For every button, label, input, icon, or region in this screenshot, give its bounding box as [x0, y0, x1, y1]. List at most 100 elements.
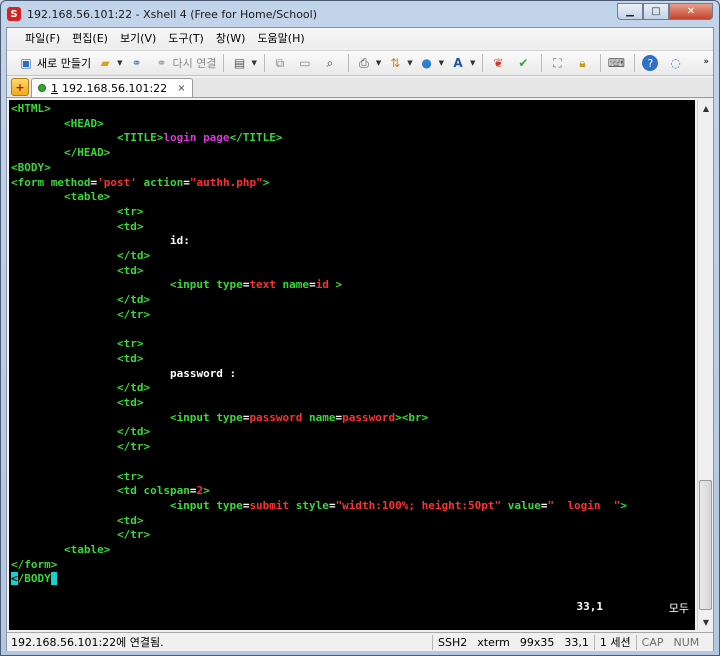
- terminal-line: <table>: [11, 190, 110, 205]
- terminal-line: <HEAD>: [11, 117, 104, 132]
- terminal-text: <input: [11, 410, 217, 424]
- menu-help[interactable]: 도움말(H): [251, 30, 310, 46]
- terminal-line: id:: [11, 234, 190, 249]
- vertical-scrollbar[interactable]: ▲ ▼: [697, 100, 713, 630]
- tab-session[interactable]: 1 192.168.56.101:22 ×: [31, 78, 193, 97]
- terminal-text: <form: [11, 175, 51, 189]
- terminal-screen[interactable]: 33,1 모두 <HTML> <HEAD> <TITLE>login page<…: [9, 100, 695, 630]
- terminal-line: </BODY: [11, 572, 58, 587]
- chat-button[interactable]: ◌: [664, 52, 689, 74]
- terminal-line: </td>: [11, 249, 150, 264]
- folder-open-icon: ▰: [100, 56, 110, 70]
- terminal-cursor: [50, 572, 58, 586]
- menu-file[interactable]: 파일(F): [19, 30, 66, 46]
- transfer-button[interactable]: ⇅ ▼: [384, 52, 415, 74]
- terminal-line: <tr>: [11, 337, 144, 352]
- window-title: 192.168.56.101:22 - Xshell 4 (Free for H…: [27, 7, 318, 21]
- tab-label: 192.168.56.101:22: [62, 81, 168, 95]
- scroll-up-icon[interactable]: ▲: [698, 100, 714, 116]
- menu-view[interactable]: 보기(V): [114, 30, 162, 46]
- xshell-app-icon[interactable]: S: [7, 7, 21, 21]
- paste-button[interactable]: ▭: [294, 52, 319, 74]
- cursor-indicator: 33,1: [564, 635, 589, 649]
- vim-scroll-mode: 모두: [668, 602, 689, 615]
- help-button[interactable]: ?: [639, 52, 664, 74]
- maximize-button[interactable]: □: [643, 3, 669, 20]
- terminal-line: <tr>: [11, 470, 144, 485]
- script-button[interactable]: ✔: [512, 52, 537, 74]
- terminal-text: <td>: [11, 263, 144, 277]
- terminal-line: <td>: [11, 396, 144, 411]
- terminal-text: <tr>: [11, 337, 144, 351]
- terminal-cursor: <: [11, 572, 18, 586]
- terminal-line: <td>: [11, 263, 144, 279]
- lock-button[interactable]: 🔒︎: [571, 52, 596, 74]
- copy-icon: ⧉: [275, 55, 285, 70]
- terminal-text: </td>: [11, 425, 151, 439]
- terminal-text: name: [275, 278, 310, 292]
- terminal-text: password: [249, 410, 303, 424]
- chevron-down-icon: ▼: [470, 59, 476, 67]
- terminal-text: </HEAD>: [11, 146, 111, 160]
- xftp-button[interactable]: ❦: [487, 52, 512, 74]
- terminal-line: </td>: [11, 381, 150, 396]
- terminal-line: <TITLE>login page</TITLE>: [11, 131, 283, 146]
- scroll-down-icon[interactable]: ▼: [698, 614, 714, 630]
- fullscreen-icon: ⛶: [553, 55, 562, 70]
- terminal-line: <HTML>: [11, 102, 51, 117]
- keyboard-icon: ⌨: [607, 56, 626, 70]
- chevron-down-icon: ▼: [251, 59, 257, 67]
- properties-button[interactable]: ▤ ▼: [228, 52, 259, 74]
- terminal-text: >: [620, 498, 627, 512]
- terminal-line: </tr>: [11, 308, 150, 323]
- font-button[interactable]: A ▼: [447, 52, 478, 74]
- terminal-text: password: [342, 410, 396, 424]
- status-bar: 192.168.56.101:22에 연결됨. SSH2 xterm 99x35…: [7, 632, 713, 651]
- terminal-text: /BODY: [17, 572, 51, 586]
- terminal-text: id: [315, 278, 329, 292]
- menu-tools[interactable]: 도구(T): [162, 30, 210, 46]
- terminal-text: action: [136, 175, 184, 189]
- terminal-text: text: [249, 278, 276, 292]
- terminal-text: <TITLE>: [11, 131, 164, 145]
- copy-button[interactable]: ⧉: [269, 52, 294, 74]
- fullscreen-button[interactable]: ⛶: [546, 52, 571, 74]
- terminal-text: =: [309, 278, 316, 292]
- printer-icon: ⎙: [359, 55, 369, 70]
- toolbar-overflow-icon[interactable]: »: [703, 57, 709, 67]
- new-tab-button[interactable]: +: [11, 78, 29, 96]
- open-button[interactable]: ▰ ▼: [94, 52, 125, 74]
- terminal-text: =: [540, 498, 548, 512]
- terminal-line: password :: [11, 367, 236, 382]
- keyboard-button[interactable]: ⌨: [605, 52, 630, 74]
- terminal-line: <input type=submit style="width:100%; he…: [11, 499, 627, 514]
- terminal-line: <input type=password name=password><br>: [11, 411, 428, 426]
- find-button[interactable]: ⌕: [319, 52, 344, 74]
- client-area: 파일(F) 편집(E) 보기(V) 도구(T) 창(W) 도움말(H) ▣ 새로…: [6, 27, 714, 651]
- terminal-text: "authh.php": [189, 175, 263, 189]
- terminal-line: <BODY>: [11, 161, 51, 176]
- link-button[interactable]: ⚭: [126, 52, 151, 74]
- terminal-text: submit: [249, 498, 290, 512]
- terminal-text: <BODY>: [11, 160, 51, 174]
- menu-edit[interactable]: 편집(E): [66, 30, 114, 46]
- print-button[interactable]: ⎙ ▼: [353, 52, 384, 74]
- reconnect-button[interactable]: ⚭ 다시 연결: [151, 52, 220, 74]
- scrollbar-thumb[interactable]: [699, 480, 712, 610]
- terminal-line: <form method='post' action="authh.php">: [11, 176, 269, 191]
- title-bar[interactable]: S 192.168.56.101:22 - Xshell 4 (Free for…: [1, 1, 719, 27]
- terminal-text: value: [501, 498, 541, 512]
- new-session-button[interactable]: ▣ 새로 만들기: [15, 52, 94, 74]
- tab-close-icon[interactable]: ×: [177, 83, 185, 94]
- terminal-text: type: [216, 410, 243, 424]
- terminal-text: =: [183, 175, 190, 189]
- minimize-button[interactable]: ▁: [617, 3, 643, 20]
- terminal-text: </tr>: [11, 307, 151, 321]
- close-button[interactable]: ✕: [669, 3, 713, 20]
- terminal-type: xterm: [477, 635, 510, 649]
- connection-status: 192.168.56.101:22에 연결됨.: [11, 636, 164, 649]
- reconnect-icon: ⚭: [156, 56, 167, 70]
- menu-window[interactable]: 창(W): [210, 30, 252, 46]
- encoding-button[interactable]: ● ▼: [416, 52, 447, 74]
